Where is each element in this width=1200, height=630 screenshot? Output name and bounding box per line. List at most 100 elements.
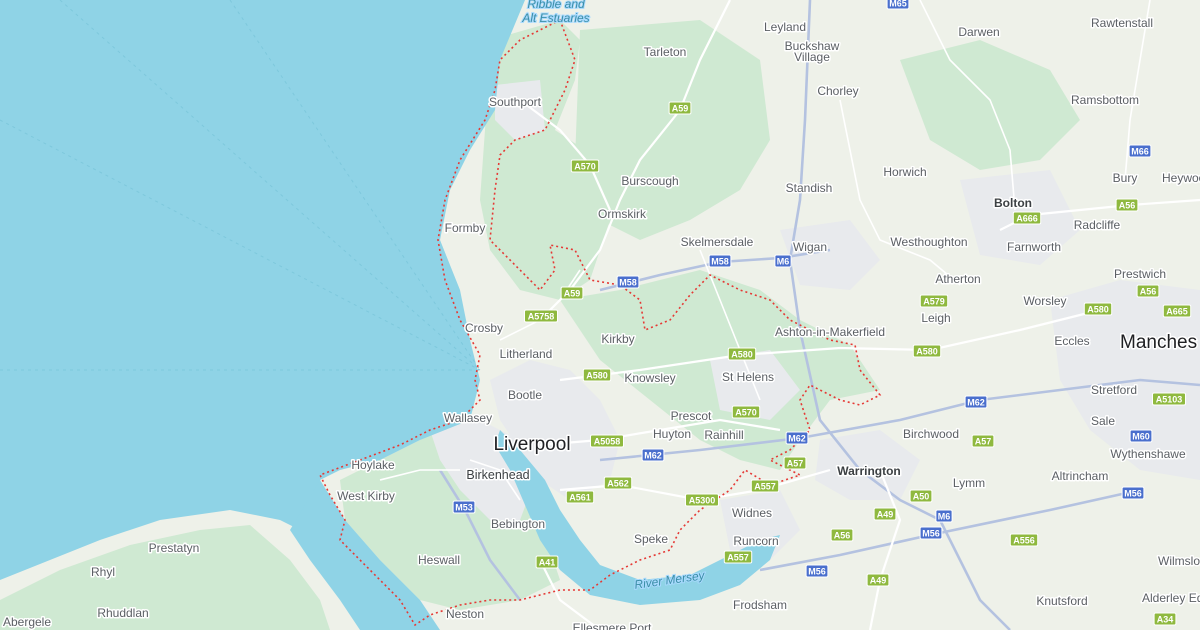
- place-label-crosby[interactable]: Crosby: [463, 320, 504, 337]
- road-shield-label: M62: [644, 450, 662, 460]
- place-label-ramsbottom[interactable]: Ramsbottom: [1069, 92, 1140, 109]
- place-label-tarleton[interactable]: Tarleton: [642, 44, 688, 61]
- place-label-rawtenstall[interactable]: Rawtenstall: [1089, 15, 1154, 32]
- road-shield-label: A56: [1119, 200, 1136, 210]
- place-label-ashton[interactable]: Ashton-in-Makerfield: [773, 324, 886, 341]
- a-road-shield-a57a: A57: [783, 456, 807, 470]
- road-shield-label: M62: [788, 433, 806, 443]
- place-label-heywood[interactable]: Heywoo: [1161, 170, 1200, 187]
- place-label-atherton[interactable]: Atherton: [934, 271, 982, 288]
- place-label-worsley[interactable]: Worsley: [1022, 293, 1068, 310]
- a-road-shield-a56a: A56: [830, 528, 854, 542]
- place-label-widnes[interactable]: Widnes: [730, 505, 773, 522]
- road-shield-label: A665: [1166, 306, 1188, 316]
- motorway-shield-m56a: M56: [919, 526, 943, 540]
- road-shield-label: A580: [586, 370, 608, 380]
- place-label-ellesmere[interactable]: Ellesmere Port: [571, 620, 653, 630]
- place-label-sale[interactable]: Sale: [1089, 413, 1116, 430]
- place-label-westhoughton[interactable]: Westhoughton: [889, 234, 969, 251]
- place-label-altrincham[interactable]: Altrincham: [1050, 468, 1110, 485]
- place-label-leigh[interactable]: Leigh: [920, 310, 952, 327]
- place-label-knowsley[interactable]: Knowsley: [623, 370, 677, 387]
- road-shield-label: A57: [787, 458, 804, 468]
- place-label-bolton[interactable]: Bolton: [993, 195, 1034, 212]
- place-label-southport[interactable]: Southport: [487, 94, 543, 111]
- place-label-knutsford[interactable]: Knutsford: [1035, 593, 1089, 610]
- place-label-lymm[interactable]: Lymm: [951, 475, 986, 492]
- place-label-stretford[interactable]: Stretford: [1089, 382, 1138, 399]
- place-label-ormskirk[interactable]: Ormskirk: [597, 206, 649, 223]
- place-label-wilmslow[interactable]: Wilmslo: [1157, 553, 1200, 570]
- place-label-westkirby[interactable]: West Kirby: [336, 488, 397, 505]
- road-shield-label: M62: [967, 397, 985, 407]
- a-road-shield-a5300: A5300: [685, 493, 719, 507]
- road-shield-label: A570: [735, 407, 757, 417]
- road-shield-label: A56: [1140, 286, 1157, 296]
- place-label-liverpool[interactable]: Liverpool: [492, 433, 572, 457]
- place-label-sthelens[interactable]: St Helens: [720, 369, 775, 386]
- motorway-shield-m62a: M62: [964, 395, 988, 409]
- road-shield-label: A5758: [528, 311, 555, 321]
- place-label-skelmersdale[interactable]: Skelmersdale: [679, 234, 755, 251]
- place-label-litherland[interactable]: Litherland: [498, 346, 554, 363]
- road-shield-label: A57: [975, 436, 992, 446]
- place-label-wallasey[interactable]: Wallasey: [442, 410, 493, 427]
- road-shield-label: A5300: [689, 495, 716, 505]
- road-shield-label: M56: [922, 528, 940, 538]
- road-shield-label: A562: [607, 478, 629, 488]
- place-label-radcliffe[interactable]: Radcliffe: [1072, 217, 1122, 234]
- motorway-shield-m6a: M6: [774, 254, 792, 268]
- place-label-burscough[interactable]: Burscough: [620, 173, 680, 190]
- place-label-speke[interactable]: Speke: [632, 531, 669, 548]
- place-label-rainhill[interactable]: Rainhill: [703, 427, 745, 444]
- place-label-alderley[interactable]: Alderley Ed: [1141, 590, 1200, 607]
- road-shield-label: M66: [1131, 146, 1149, 156]
- place-label-heswall[interactable]: Heswall: [416, 552, 461, 569]
- place-label-wigan[interactable]: Wigan: [791, 239, 828, 256]
- place-label-eccles[interactable]: Eccles: [1053, 333, 1091, 350]
- place-label-wythenshawe[interactable]: Wythenshawe: [1109, 446, 1188, 463]
- a-road-shield-a562: A562: [603, 476, 633, 490]
- a-road-shield-a580c: A580: [912, 344, 942, 358]
- a-road-shield-a5058: A5058: [590, 434, 624, 448]
- place-label-kirkby[interactable]: Kirkby: [600, 331, 636, 348]
- place-label-bebington[interactable]: Bebington: [489, 516, 546, 533]
- place-label-manchester[interactable]: Manches: [1119, 331, 1199, 355]
- a-road-shield-a580b: A580: [727, 347, 757, 361]
- place-label-abergele[interactable]: Abergele: [1, 614, 52, 630]
- map-canvas[interactable]: Ribble andAlt EstuariesRiver Mersey Live…: [0, 0, 1200, 630]
- road-shield-label: M60: [1132, 431, 1150, 441]
- motorway-shield-m56b: M56: [1121, 486, 1145, 500]
- place-label-buckshaw2[interactable]: Village: [793, 49, 832, 66]
- place-label-rhyl[interactable]: Rhyl: [89, 564, 116, 581]
- place-label-chorley[interactable]: Chorley: [816, 83, 860, 100]
- place-label-birkenhead[interactable]: Birkenhead: [465, 467, 531, 484]
- place-label-hoylake[interactable]: Hoylake: [350, 457, 397, 474]
- road-shield-label: A59: [672, 103, 689, 113]
- place-label-formby[interactable]: Formby: [443, 220, 487, 237]
- place-label-birchwood[interactable]: Birchwood: [901, 426, 960, 443]
- place-label-bury[interactable]: Bury: [1111, 170, 1139, 187]
- road-shield-label: A5058: [594, 436, 621, 446]
- place-label-bootle[interactable]: Bootle: [506, 387, 543, 404]
- place-label-frodsham[interactable]: Frodsham: [731, 597, 788, 614]
- place-label-leyland[interactable]: Leyland: [762, 19, 807, 36]
- road-shield-label: A561: [569, 492, 591, 502]
- place-label-runcorn[interactable]: Runcorn: [732, 533, 780, 550]
- road-shield-label: M6: [777, 256, 790, 266]
- place-label-farnworth[interactable]: Farnworth: [1005, 239, 1062, 256]
- place-label-warrington[interactable]: Warrington: [836, 463, 903, 480]
- place-label-darwen[interactable]: Darwen: [957, 24, 1001, 41]
- a-road-shield-a50: A50: [909, 489, 933, 503]
- place-label-prescot[interactable]: Prescot: [669, 408, 713, 425]
- place-label-huyton[interactable]: Huyton: [651, 426, 692, 443]
- place-label-neston[interactable]: Neston: [444, 606, 485, 623]
- place-label-horwich[interactable]: Horwich: [882, 164, 928, 181]
- place-label-rhuddlan[interactable]: Rhuddlan: [96, 605, 150, 622]
- place-label-prestwich[interactable]: Prestwich: [1112, 266, 1167, 283]
- motorway-shield-m62b: M62: [785, 431, 809, 445]
- place-label-prestatyn[interactable]: Prestatyn: [147, 540, 201, 557]
- a-road-shield-a580d: A580: [1083, 302, 1113, 316]
- place-label-standish[interactable]: Standish: [784, 180, 834, 197]
- motorway-shield-m53: M53: [452, 500, 476, 514]
